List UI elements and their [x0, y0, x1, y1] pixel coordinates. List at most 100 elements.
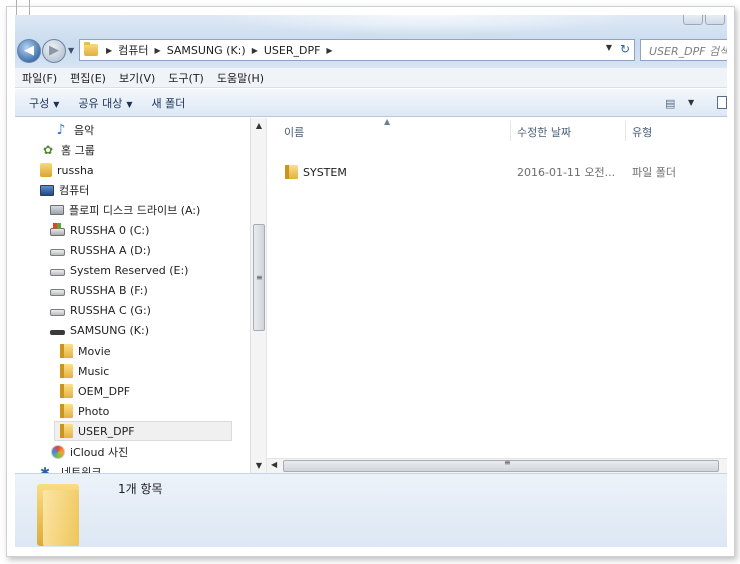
chevron-down-icon: ▼ [53, 99, 60, 109]
nav-item-computer[interactable]: 컴퓨터 [40, 180, 89, 200]
breadcrumb-separator-icon[interactable]: ▶ [248, 46, 262, 55]
explorer-window: ◀ ▶ ▼ ▶ 컴퓨터 ▶ SAMSUNG (K:) ▶ USER_DPF ▶ … [15, 15, 727, 547]
file-row[interactable]: SYSTEM 2016-01-11 오전... 파일 폴더 [267, 162, 727, 182]
chevron-down-icon: ▼ [126, 99, 133, 109]
address-bar[interactable]: ▶ 컴퓨터 ▶ SAMSUNG (K:) ▶ USER_DPF ▶ ▼ ↻ [79, 39, 635, 61]
new-folder-button[interactable]: 새 폴더 [147, 95, 191, 111]
nav-item-movie[interactable]: Movie [60, 341, 111, 361]
drive-icon [50, 288, 65, 296]
breadcrumb-separator-icon[interactable]: ▶ [322, 46, 336, 55]
nav-item-label: 컴퓨터 [59, 184, 90, 197]
nav-item-icloud[interactable]: iCloud 사진 [51, 442, 128, 462]
forward-button[interactable]: ▶ [42, 39, 66, 63]
organize-button[interactable]: 구성 ▼ [24, 95, 64, 111]
nav-item-label: 홈 그룹 [61, 144, 95, 157]
nav-item-music-folder[interactable]: Music [60, 361, 109, 381]
icloud-icon [51, 445, 65, 459]
menu-file[interactable]: 파일(F) [22, 70, 57, 86]
menu-bar: 파일(F) 편집(E) 보기(V) 도구(T) 도움말(H) [15, 68, 727, 88]
breadcrumb-computer[interactable]: 컴퓨터 [116, 42, 150, 58]
floppy-drive-icon [50, 205, 64, 215]
nav-item-drive-f[interactable]: RUSSHA B (F:) [50, 280, 148, 300]
nav-item-drive-e[interactable]: System Reserved (E:) [50, 260, 188, 280]
horizontal-scroll-thumb[interactable]: ≡ [283, 458, 719, 472]
organize-label: 구성 [29, 96, 50, 110]
nav-item-oem-dpf[interactable]: OEM_DPF [60, 381, 130, 401]
menu-tools[interactable]: 도구(T) [168, 70, 204, 86]
nav-item-user-dpf[interactable]: USER_DPF [54, 421, 232, 441]
nav-item-label: Movie [78, 344, 111, 358]
forward-arrow-icon: ▶ [49, 43, 59, 58]
nav-item-floppy[interactable]: 플로피 디스크 드라이브 (A:) [50, 200, 200, 220]
nav-item-label: iCloud 사진 [70, 446, 129, 459]
column-header-type[interactable]: 유형 [632, 121, 652, 143]
nav-item-russha[interactable]: russha [40, 160, 94, 180]
scroll-left-icon[interactable]: ◀ [271, 460, 277, 469]
menu-help[interactable]: 도움말(H) [217, 70, 264, 86]
folder-front [43, 490, 79, 546]
column-separator[interactable] [625, 121, 626, 141]
nav-item-label: Photo [78, 404, 110, 418]
breadcrumb-separator-icon[interactable]: ▶ [102, 46, 116, 55]
music-icon: ♪ [56, 122, 66, 138]
nav-item-label: SAMSUNG (K:) [70, 323, 149, 337]
minimize-button[interactable] [683, 15, 703, 25]
nav-item-music[interactable]: ♪ 음악 [53, 120, 95, 140]
breadcrumb-separator-icon[interactable]: ▶ [151, 46, 165, 55]
menu-view[interactable]: 보기(V) [119, 70, 155, 86]
nav-item-photo[interactable]: Photo [60, 401, 109, 421]
nav-item-label: Music [78, 364, 110, 378]
nav-item-label: RUSSHA 0 (C:) [70, 223, 150, 237]
nav-item-label: OEM_DPF [78, 384, 131, 398]
nav-item-label: RUSSHA B (F:) [70, 283, 148, 297]
nav-item-label: RUSSHA C (G:) [70, 303, 151, 317]
column-header-name[interactable]: 이름 [284, 121, 304, 143]
nav-item-network[interactable]: ✱ 네트워크 [40, 462, 101, 473]
address-dropdown-icon[interactable]: ▼ [606, 43, 612, 52]
nav-item-label: USER_DPF [78, 424, 135, 438]
column-separator[interactable] [510, 121, 511, 141]
nav-item-drive-k[interactable]: SAMSUNG (K:) [50, 320, 149, 340]
file-list: ▲ 이름 수정한 날짜 유형 SYSTEM 2016-01-11 오전... 파… [267, 117, 727, 458]
file-name: SYSTEM [303, 165, 347, 179]
homegroup-icon: ✿ [42, 143, 54, 157]
drive-icon [50, 248, 65, 256]
scroll-thumb[interactable]: ≡ [253, 224, 265, 331]
grip-icon: ≡ [256, 273, 263, 282]
search-input[interactable]: USER_DPF 검색 [640, 39, 727, 61]
file-modified: 2016-01-11 오전... [517, 166, 616, 179]
file-name-cell: SYSTEM [285, 165, 347, 179]
details-view-icon[interactable]: ▤ [665, 97, 675, 110]
folder-icon [60, 344, 73, 358]
nav-item-drive-d[interactable]: RUSSHA A (D:) [50, 240, 151, 260]
title-glass [215, 15, 635, 35]
nav-item-drive-c[interactable]: RUSSHA 0 (C:) [50, 220, 149, 240]
nav-item-drive-g[interactable]: RUSSHA C (G:) [50, 300, 151, 320]
share-with-button[interactable]: 공유 대상 ▼ [73, 95, 137, 111]
column-header-modified[interactable]: 수정한 날짜 [517, 121, 571, 143]
folder-icon [84, 42, 98, 56]
folder-icon [60, 424, 73, 438]
maximize-button[interactable] [705, 15, 725, 25]
back-button[interactable]: ◀ [17, 39, 41, 63]
preview-pane-icon[interactable] [717, 96, 727, 109]
horizontal-scrollbar[interactable]: ◀ ≡ [267, 458, 727, 473]
recent-pages-dropdown-icon[interactable]: ▼ [68, 46, 74, 55]
nav-item-homegroup[interactable]: ✿ 홈 그룹 [40, 140, 95, 160]
nav-item-label: russha [57, 163, 94, 177]
user-folder-icon [40, 163, 52, 177]
nav-item-label: RUSSHA A (D:) [70, 243, 151, 257]
folder-icon [285, 165, 298, 179]
scroll-down-icon[interactable]: ▼ [251, 461, 267, 470]
view-options-chevron-icon[interactable]: ▼ [688, 98, 694, 107]
item-count: 1개 항목 [118, 482, 163, 496]
breadcrumb-user-dpf[interactable]: USER_DPF [262, 44, 323, 57]
refresh-icon[interactable]: ↻ [620, 42, 630, 56]
details-pane: 1개 항목 [15, 473, 727, 547]
drive-icon [50, 308, 65, 316]
scroll-up-icon[interactable]: ▲ [251, 121, 267, 130]
network-icon: ✱ [40, 465, 51, 473]
menu-edit[interactable]: 편집(E) [70, 70, 106, 86]
breadcrumb-samsung[interactable]: SAMSUNG (K:) [165, 44, 248, 57]
navigation-scrollbar[interactable]: ▲ ≡ ▼ [250, 118, 266, 473]
